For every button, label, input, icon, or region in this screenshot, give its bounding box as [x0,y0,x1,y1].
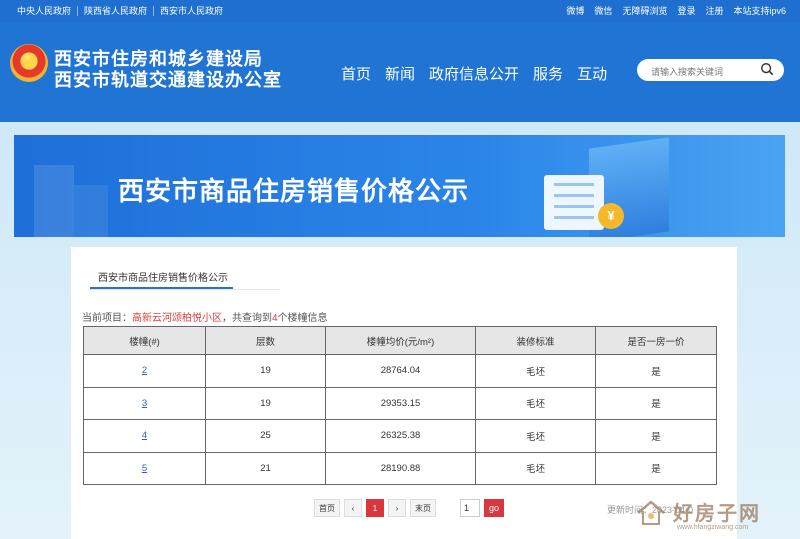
col-one-price: 是否一房一价 [595,326,717,355]
watermark-url: www.hfangziwang.com [677,524,749,531]
weibo-link[interactable]: 微博 [566,6,584,16]
table-cell: 19 [205,386,326,420]
utility-links: 微博 微信 无障碍浏览 登录 注册 本站支持ipv6 [566,6,786,16]
table-row: 3 19 29353.15 毛坯 是 [83,386,717,420]
project-name: 高新云河颂柏悦小区 [132,313,222,324]
nav-service[interactable]: 服务 [533,63,563,84]
table-cell: 19 [205,354,326,388]
table-cell: 25 [205,419,326,453]
prev-page-button[interactable]: ‹ [344,499,362,517]
table-cell: 毛坯 [475,419,596,453]
wechat-link[interactable]: 微信 [594,6,612,16]
table-cell: 26325.38 [325,419,476,453]
last-page-button[interactable]: 末页 [410,499,436,517]
table-cell: 毛坯 [475,386,596,420]
banner-title: 西安市商品住房销售价格公示 [118,176,470,206]
watermark-text: 好房子网 [673,503,761,525]
building-link[interactable]: 5 [142,463,147,474]
table-row: 4 25 26325.38 毛坯 是 [83,419,717,453]
gov-link-central[interactable]: 中央人民政府 [17,6,77,16]
tab-divider [90,289,280,290]
document-illustration-icon [544,175,604,230]
search-input[interactable]: 请输入搜索关键词 [651,65,723,78]
table-cell: 28764.04 [325,354,476,388]
info-middle: ，共查询到 [222,313,272,324]
gov-link-shaanxi[interactable]: 陕西省人民政府 [77,6,153,16]
col-decoration: 装修标准 [475,326,596,355]
building-link[interactable]: 3 [142,398,147,409]
building-price-table: 楼幢(#) 层数 楼幢均价(元/m²) 装修标准 是否一房一价 2 19 287… [83,326,717,485]
building-link[interactable]: 2 [142,365,147,376]
register-link[interactable]: 注册 [705,6,723,16]
accessibility-link[interactable]: 无障碍浏览 [622,6,667,16]
info-suffix: 个楼幢信息 [277,313,328,324]
search-icon[interactable] [760,62,774,76]
table-header-row: 楼幢(#) 层数 楼幢均价(元/m²) 装修标准 是否一房一价 [83,326,717,355]
table-cell: 是 [595,354,717,388]
next-page-button[interactable]: › [388,499,406,517]
nav-gov-info[interactable]: 政府信息公开 [429,63,519,84]
table-row: 2 19 28764.04 毛坯 是 [83,354,717,388]
coin-icon: ¥ [598,203,624,229]
nav-interaction[interactable]: 互动 [577,63,607,84]
gov-link-xian[interactable]: 西安市人民政府 [153,6,229,16]
col-floors: 层数 [205,326,326,355]
banner-deco-shape [74,185,108,237]
top-bar: 中央人民政府 陕西省人民政府 西安市人民政府 微博 微信 无障碍浏览 登录 注册… [0,0,800,22]
table-cell: 28190.88 [325,451,476,485]
gov-links: 中央人民政府 陕西省人民政府 西安市人民政府 [17,6,229,16]
query-info: 当前项目：高新云河颂柏悦小区，共查询到4个楼幢信息 [82,309,328,324]
table-cell: 29353.15 [325,386,476,420]
info-prefix: 当前项目： [82,313,132,324]
tab-active-indicator [90,287,233,289]
page-number-input[interactable]: 1 [460,499,480,517]
pagination: 首页 ‹ 1 › 末页 1 go [314,499,504,517]
table-cell: 是 [595,451,717,485]
table-cell: 是 [595,419,717,453]
col-avg-price: 楼幢均价(元/m²) [325,326,476,355]
building-link[interactable]: 4 [142,430,147,441]
site-header: ★ 西安市住房和城乡建设局 西安市轨道交通建设办公室 首页 新闻 政府信息公开 … [0,22,800,122]
login-link[interactable]: 登录 [677,6,695,16]
banner-deco-shape [34,165,74,237]
house-logo-icon [637,500,665,525]
page-1-button[interactable]: 1 [366,499,384,517]
national-emblem-icon[interactable]: ★ [10,44,48,82]
table-cell: 毛坯 [475,451,596,485]
main-nav: 首页 新闻 政府信息公开 服务 互动 [341,63,607,84]
watermark: 好房子网 www.hfangziwang.com [627,493,787,537]
first-page-button[interactable]: 首页 [314,499,340,517]
table-cell: 毛坯 [475,354,596,388]
col-building: 楼幢(#) [83,326,206,355]
search-box[interactable]: 请输入搜索关键词 [637,59,784,81]
table-cell: 是 [595,386,717,420]
ipv6-label: 本站支持ipv6 [733,6,786,16]
site-title-line2[interactable]: 西安市轨道交通建设办公室 [54,66,282,92]
nav-news[interactable]: 新闻 [385,63,415,84]
table-cell: 21 [205,451,326,485]
nav-home[interactable]: 首页 [341,63,371,84]
table-row: 5 21 28190.88 毛坯 是 [83,451,717,485]
go-button[interactable]: go [484,499,504,517]
page-banner: 西安市商品住房销售价格公示 ¥ [14,135,785,237]
